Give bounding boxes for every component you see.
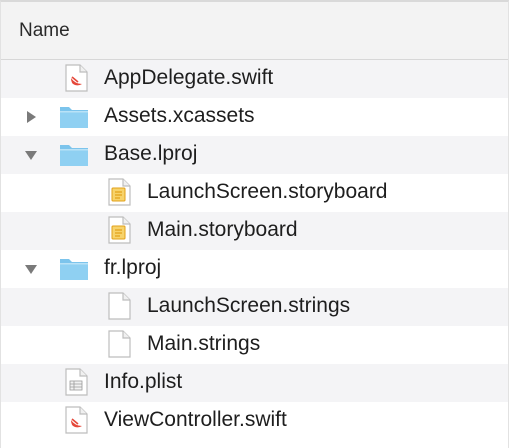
column-header-name[interactable]: Name [1, 2, 508, 60]
tree-item-label: Base.lproj [104, 142, 198, 165]
tree-item-label: LaunchScreen.storyboard [147, 180, 388, 203]
tree-row[interactable]: fr.lproj [1, 250, 508, 288]
swift-file-icon [63, 64, 89, 97]
tree-item-label: LaunchScreen.strings [147, 294, 351, 317]
tree-row[interactable]: Assets.xcassets [1, 98, 508, 136]
tree-row[interactable]: Main.strings [1, 326, 508, 364]
file-browser-window: Name AppDelegate.swift Assets.xcassets B… [0, 0, 509, 448]
tree-item-label: Main.storyboard [147, 218, 298, 241]
storyboard-file-icon [106, 178, 132, 211]
tree-item-label: AppDelegate.swift [104, 66, 274, 89]
strings-file-icon [106, 330, 132, 363]
folder-icon [59, 140, 89, 173]
tree-row[interactable]: Base.lproj [1, 136, 508, 174]
disclosure-expanded-icon[interactable] [24, 148, 38, 162]
plist-file-icon [63, 368, 89, 401]
tree-item-label: Assets.xcassets [104, 104, 255, 127]
tree-row[interactable]: Info.plist [1, 364, 508, 402]
folder-icon [59, 254, 89, 287]
tree-item-label: Info.plist [104, 370, 183, 393]
tree-row[interactable]: LaunchScreen.storyboard [1, 174, 508, 212]
tree-row[interactable]: ViewController.swift [1, 402, 508, 440]
tree-row[interactable]: LaunchScreen.strings [1, 288, 508, 326]
column-header-label: Name [19, 19, 70, 41]
tree-item-label: fr.lproj [104, 256, 162, 279]
tree-row[interactable]: Main.storyboard [1, 212, 508, 250]
tree-item-label: ViewController.swift [104, 408, 287, 431]
strings-file-icon [106, 292, 132, 325]
disclosure-collapsed-icon[interactable] [24, 110, 38, 124]
swift-file-icon [63, 406, 89, 439]
tree-row[interactable]: AppDelegate.swift [1, 60, 508, 98]
folder-icon [59, 102, 89, 135]
storyboard-file-icon [106, 216, 132, 249]
tree-item-label: Main.strings [147, 332, 261, 355]
disclosure-expanded-icon[interactable] [24, 262, 38, 276]
